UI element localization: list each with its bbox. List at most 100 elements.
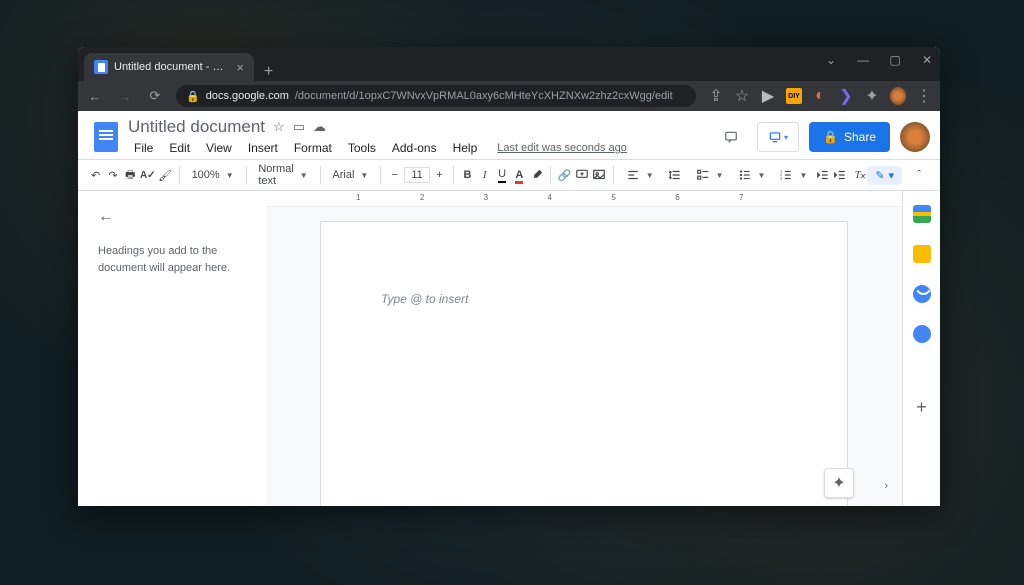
menu-insert[interactable]: Insert — [242, 139, 284, 157]
font-dropdown[interactable]: Arial ▼ — [326, 164, 374, 186]
insert-image-button[interactable] — [592, 164, 607, 186]
underline-button[interactable]: U — [494, 164, 509, 186]
comment-history-button[interactable] — [715, 121, 747, 153]
add-comment-button[interactable] — [574, 164, 589, 186]
outline-panel: ← Headings you add to the document will … — [78, 191, 266, 506]
checklist-button[interactable]: ▼ — [690, 164, 730, 186]
redo-button[interactable]: ↷ — [105, 164, 120, 186]
print-button[interactable]: 🖶 — [123, 164, 138, 186]
docs-logo[interactable] — [88, 115, 124, 159]
italic-button[interactable]: I — [477, 164, 492, 186]
menu-file[interactable]: File — [128, 139, 159, 157]
chevron-down-icon[interactable]: ⌄ — [824, 53, 838, 67]
spellcheck-button[interactable]: A✓ — [140, 164, 156, 186]
ruler-tick: 7 — [739, 193, 743, 202]
menu-tools[interactable]: Tools — [342, 139, 382, 157]
bookmark-icon[interactable]: ☆ — [734, 88, 750, 104]
numbered-list-button[interactable]: 123 ▼ — [773, 164, 813, 186]
paint-format-button[interactable]: 🖌 — [158, 164, 173, 186]
move-folder-icon[interactable]: ▭ — [293, 119, 305, 135]
line-spacing-dropdown[interactable] — [662, 164, 688, 186]
extension-icon[interactable]: ❯ — [838, 88, 854, 104]
style-value: Normal text — [258, 163, 293, 187]
font-size-input[interactable]: 11 — [404, 167, 429, 183]
ruler-tick: 1 — [356, 193, 360, 202]
close-tab-icon[interactable]: × — [236, 60, 244, 75]
docs-app: Untitled document ☆ ▭ ☁ File Edit View I… — [78, 111, 940, 506]
caret-down-icon: ▼ — [226, 171, 234, 180]
present-button[interactable]: ▾ — [757, 122, 799, 152]
style-dropdown[interactable]: Normal text ▼ — [252, 164, 313, 186]
outdent-button[interactable] — [815, 164, 830, 186]
highlight-button[interactable] — [529, 164, 544, 186]
close-window-icon[interactable]: ✕ — [920, 53, 934, 67]
add-addon-button[interactable]: + — [916, 397, 927, 418]
back-button[interactable]: ← — [86, 89, 104, 104]
calendar-icon[interactable] — [913, 205, 931, 223]
docs-logo-icon — [94, 122, 118, 152]
menu-help[interactable]: Help — [447, 139, 484, 157]
forward-button[interactable]: → — [116, 89, 134, 104]
window-controls: ⌄ — ▢ ✕ — [824, 53, 934, 67]
extensions-button[interactable]: ✦ — [864, 88, 880, 104]
workspace: ← Headings you add to the document will … — [78, 191, 940, 506]
font-size-decrease[interactable]: − — [387, 164, 402, 186]
ruler-tick: 5 — [611, 193, 615, 202]
share-label: Share — [844, 130, 876, 144]
align-dropdown[interactable]: ▼ — [620, 164, 660, 186]
keep-icon[interactable] — [913, 245, 931, 263]
font-value: Arial — [332, 169, 354, 181]
link-button[interactable]: 🔗 — [557, 164, 572, 186]
account-avatar[interactable] — [900, 122, 930, 152]
page-scroll-area[interactable]: Type @ to insert — [266, 207, 902, 506]
ruler-tick: 4 — [548, 193, 552, 202]
tasks-icon[interactable] — [913, 285, 931, 303]
browser-actions: ⇪ ☆ ▶ DIY ◐ ❯ ✦ ⋮ — [708, 88, 932, 104]
indent-button[interactable] — [833, 164, 848, 186]
text-color-button[interactable]: A — [512, 164, 527, 186]
doc-title-input[interactable]: Untitled document — [128, 117, 265, 137]
share-button[interactable]: 🔒 Share — [809, 122, 890, 152]
extension-icon[interactable]: DIY — [786, 88, 802, 104]
bulleted-list-button[interactable]: ▼ — [732, 164, 772, 186]
caret-down-icon: ▼ — [716, 171, 724, 180]
toolbar: ↶ ↷ 🖶 A✓ 🖌 100% ▼ Normal text ▼ Arial ▼ … — [78, 159, 940, 191]
horizontal-ruler[interactable]: 1 2 3 4 5 6 7 — [266, 191, 902, 207]
browser-tab[interactable]: Untitled document - Google Docs × — [84, 53, 254, 81]
lock-icon: 🔒 — [823, 130, 838, 144]
star-icon[interactable]: ☆ — [273, 119, 285, 135]
editing-mode-dropdown[interactable]: ✎ ▾ — [867, 166, 902, 185]
caret-down-icon: ▼ — [300, 171, 308, 180]
collapse-toolbar-button[interactable]: ˆ — [908, 164, 930, 186]
clear-formatting-button[interactable]: T✕ — [850, 164, 865, 186]
last-edit-link[interactable]: Last edit was seconds ago — [497, 142, 627, 154]
side-panel: + — [902, 191, 940, 506]
menu-addons[interactable]: Add-ons — [386, 139, 443, 157]
menu-edit[interactable]: Edit — [163, 139, 196, 157]
insert-placeholder: Type @ to insert — [381, 292, 468, 306]
maximize-icon[interactable]: ▢ — [888, 53, 902, 67]
url-input[interactable]: 🔒 docs.google.com /document/d/1opxC7WNvx… — [176, 85, 696, 107]
cloud-status-icon[interactable]: ☁ — [313, 119, 326, 135]
explore-button[interactable]: ✦ — [824, 468, 854, 498]
outline-back-button[interactable]: ← — [98, 205, 246, 229]
extension-icon[interactable]: ▶ — [760, 88, 776, 104]
bold-button[interactable]: B — [460, 164, 475, 186]
extension-icon[interactable]: ◐ — [812, 88, 828, 104]
font-size-increase[interactable]: + — [432, 164, 447, 186]
menu-bar: File Edit View Insert Format Tools Add-o… — [128, 139, 715, 157]
contacts-icon[interactable] — [913, 325, 931, 343]
document-page[interactable]: Type @ to insert — [320, 221, 848, 506]
side-panel-toggle[interactable]: › — [884, 480, 888, 492]
menu-format[interactable]: Format — [288, 139, 338, 157]
zoom-dropdown[interactable]: 100% ▼ — [186, 164, 240, 186]
undo-button[interactable]: ↶ — [88, 164, 103, 186]
minimize-icon[interactable]: — — [856, 53, 870, 67]
browser-menu-icon[interactable]: ⋮ — [916, 88, 932, 104]
share-url-icon[interactable]: ⇪ — [708, 88, 724, 104]
new-tab-button[interactable]: + — [254, 63, 283, 81]
outline-empty-text: Headings you add to the document will ap… — [98, 243, 246, 276]
menu-view[interactable]: View — [200, 139, 238, 157]
reload-button[interactable]: ⟳ — [146, 88, 164, 104]
profile-avatar-icon[interactable] — [890, 88, 906, 104]
